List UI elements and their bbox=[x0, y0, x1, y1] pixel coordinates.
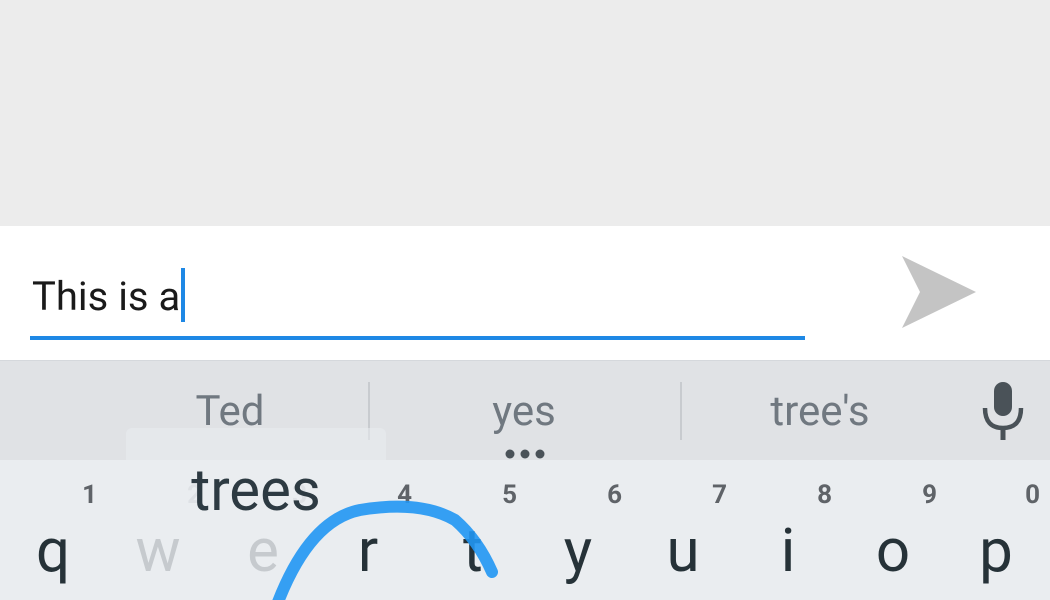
suggestion-divider bbox=[680, 382, 682, 440]
key-q[interactable]: 1 q bbox=[3, 472, 103, 600]
mic-icon bbox=[982, 382, 1024, 440]
voice-input-button[interactable] bbox=[980, 382, 1026, 442]
message-input[interactable]: This is a bbox=[30, 266, 805, 340]
suggestion-trees-possessive[interactable]: tree's bbox=[720, 386, 920, 438]
key-letter: p bbox=[979, 515, 1013, 586]
key-hint: 8 bbox=[817, 480, 832, 510]
key-letter: q bbox=[35, 515, 71, 586]
key-hint: 9 bbox=[922, 480, 937, 510]
key-u[interactable]: 7 u bbox=[633, 472, 733, 600]
key-i[interactable]: 8 i bbox=[738, 472, 838, 600]
key-letter: t bbox=[463, 515, 483, 586]
key-t[interactable]: 5 t bbox=[423, 472, 523, 600]
key-letter: o bbox=[875, 515, 911, 586]
key-hint: 4 bbox=[397, 480, 412, 510]
key-y[interactable]: 6 y bbox=[528, 472, 628, 600]
key-p[interactable]: 0 p bbox=[946, 472, 1046, 600]
key-letter: y bbox=[563, 515, 593, 586]
key-letter: u bbox=[666, 515, 700, 586]
key-o[interactable]: 9 o bbox=[843, 472, 943, 600]
key-hint: 0 bbox=[1025, 480, 1040, 510]
message-area bbox=[0, 0, 1050, 226]
send-button[interactable] bbox=[898, 254, 978, 330]
key-hint: 7 bbox=[712, 480, 727, 510]
suggestion-yes[interactable]: yes bbox=[424, 386, 624, 438]
key-hint: 6 bbox=[607, 480, 622, 510]
text-caret bbox=[181, 268, 186, 323]
key-letter: i bbox=[780, 515, 796, 586]
key-hint: 5 bbox=[502, 480, 517, 510]
send-icon bbox=[902, 256, 976, 328]
more-dots-icon[interactable] bbox=[503, 449, 547, 459]
key-hint: 1 bbox=[82, 480, 97, 510]
gesture-preview-word: trees bbox=[191, 457, 321, 525]
message-input-text: This is a bbox=[32, 273, 181, 320]
